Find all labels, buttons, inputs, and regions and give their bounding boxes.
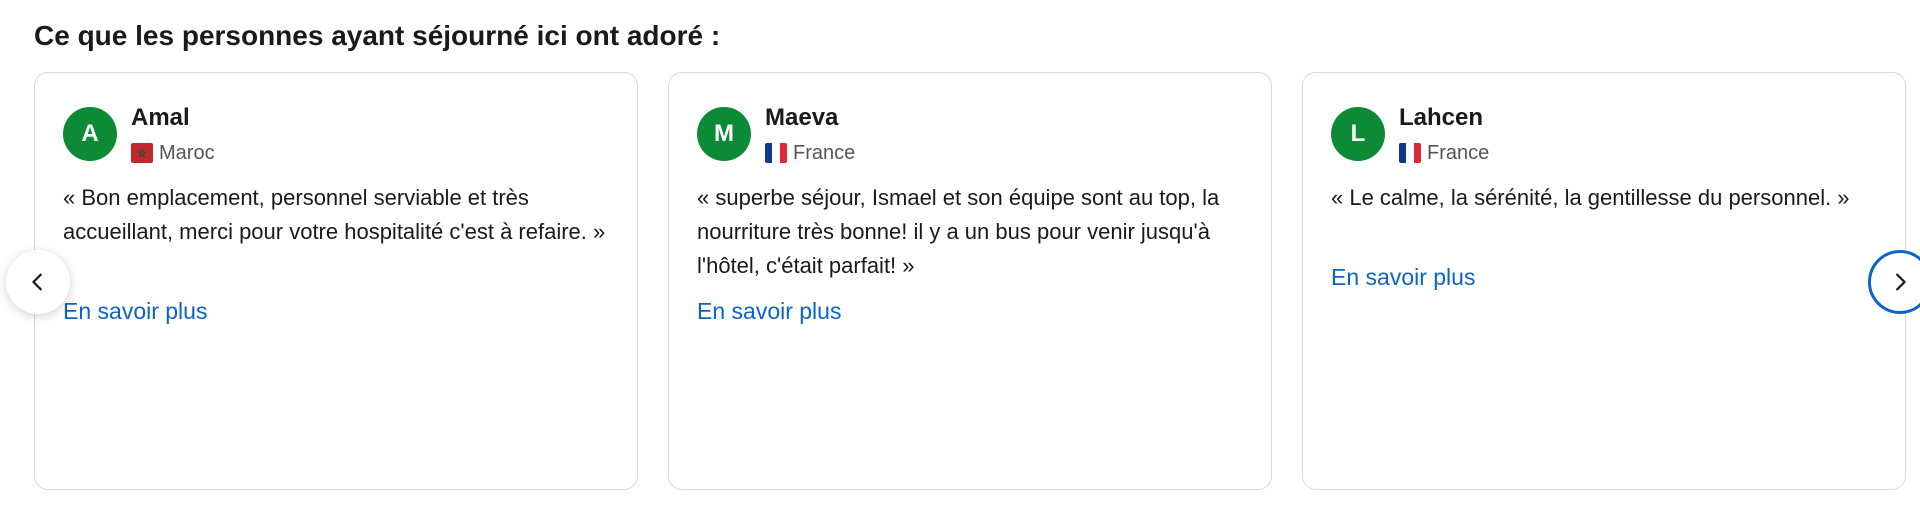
- review-text: « Bon emplacement, personnel serviable e…: [63, 185, 606, 244]
- read-more-link[interactable]: En savoir plus: [697, 296, 841, 326]
- country-name: France: [1427, 142, 1490, 164]
- france-flag-icon: [1399, 143, 1421, 163]
- review-card: A Amal Maroc « Bon emplacement, personne…: [34, 72, 638, 490]
- reviewer-name: Lahcen: [1399, 104, 1484, 131]
- reviewer-country: Maroc: [131, 140, 215, 166]
- morocco-flag-icon: [131, 143, 153, 163]
- avatar: L: [1331, 107, 1385, 161]
- reviewer-name: Maeva: [765, 104, 839, 131]
- avatar: A: [63, 107, 117, 161]
- reviewer-country: France: [1399, 140, 1489, 166]
- country-name: Maroc: [159, 142, 215, 164]
- carousel-prev-button[interactable]: [6, 250, 70, 314]
- country-name: France: [793, 142, 856, 164]
- section-heading: Ce que les personnes ayant séjourné ici …: [34, 20, 721, 51]
- reviews-carousel: A Amal Maroc « Bon emplacement, personne…: [0, 72, 1920, 494]
- review-text: « Le calme, la sérénité, la gentillesse …: [1331, 185, 1850, 210]
- read-more-link[interactable]: En savoir plus: [63, 296, 207, 326]
- read-more-link[interactable]: En savoir plus: [1331, 262, 1475, 292]
- chevron-left-icon: [27, 271, 49, 293]
- review-text: « superbe séjour, Ismael et son équipe s…: [697, 185, 1220, 278]
- reviewer-name: Amal: [131, 104, 190, 131]
- review-card: L Lahcen France « Le calme, la sérénité,…: [1302, 72, 1906, 490]
- avatar: M: [697, 107, 751, 161]
- chevron-right-icon: [1889, 271, 1911, 293]
- review-card: M Maeva France « superbe séjour, Ismael …: [668, 72, 1272, 490]
- france-flag-icon: [765, 143, 787, 163]
- reviewer-country: France: [765, 140, 855, 166]
